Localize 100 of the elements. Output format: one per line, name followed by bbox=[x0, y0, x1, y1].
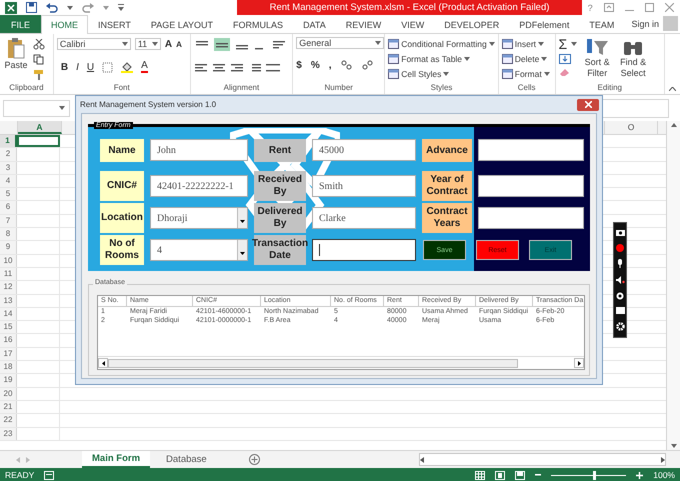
row-header[interactable]: 20 bbox=[0, 388, 17, 400]
font-name-dropdown[interactable]: Calibri bbox=[56, 38, 131, 50]
text-field[interactable]: Smith bbox=[312, 175, 416, 197]
customize-icon[interactable] bbox=[118, 4, 124, 11]
autosum-button[interactable]: Σ bbox=[558, 37, 568, 51]
ribbon-tab[interactable]: DEVELOPER bbox=[434, 15, 510, 33]
ribbon-command[interactable]: Find & Select bbox=[617, 37, 650, 83]
row-header[interactable]: 19 bbox=[0, 374, 17, 387]
excel-logo-icon[interactable] bbox=[5, 2, 17, 14]
active-cell[interactable] bbox=[17, 135, 60, 148]
number-format-button[interactable]: , bbox=[328, 60, 332, 70]
text-field[interactable]: 45000 bbox=[312, 139, 416, 161]
scissors-icon[interactable] bbox=[33, 39, 45, 50]
row-header[interactable]: 8 bbox=[0, 228, 17, 240]
collapse-ribbon-icon[interactable] bbox=[669, 87, 676, 91]
column-header[interactable]: O bbox=[604, 121, 658, 134]
dropdown-arrow-icon[interactable] bbox=[240, 220, 245, 223]
row-header[interactable]: 22 bbox=[0, 414, 17, 427]
text-field[interactable]: John bbox=[150, 139, 248, 161]
ribbon-tab[interactable]: PAGE LAYOUT bbox=[140, 15, 224, 33]
help-button[interactable]: ? bbox=[588, 2, 593, 12]
ribbon-tab[interactable]: DATA bbox=[293, 15, 336, 33]
caret-icon[interactable] bbox=[443, 72, 450, 76]
caret-icon[interactable] bbox=[541, 57, 548, 61]
text-field[interactable] bbox=[478, 139, 584, 161]
wrap-text-icon[interactable] bbox=[272, 38, 286, 50]
normal-view-icon[interactable] bbox=[475, 470, 486, 480]
maximize-icon[interactable] bbox=[645, 3, 654, 12]
sheet-tab[interactable]: Main Form bbox=[82, 451, 150, 468]
row-header[interactable]: 6 bbox=[0, 201, 17, 214]
scroll-right-icon[interactable] bbox=[661, 456, 665, 462]
format-button[interactable]: I bbox=[76, 62, 79, 72]
ribbon-tab[interactable]: PDFelement bbox=[509, 15, 580, 33]
shrink-font-button[interactable]: A bbox=[176, 40, 182, 48]
ribbon-command[interactable]: Cell Styles bbox=[388, 67, 495, 81]
dropdown-field[interactable]: Dhoraji bbox=[150, 207, 248, 229]
scroll-left-icon[interactable] bbox=[420, 456, 424, 462]
caret-icon[interactable] bbox=[464, 57, 470, 61]
number-format-dropdown[interactable]: General bbox=[296, 37, 384, 49]
ribbon-command[interactable]: Delete bbox=[502, 52, 550, 66]
row-header[interactable]: 5 bbox=[0, 188, 17, 200]
text-field[interactable] bbox=[478, 207, 584, 229]
ribbon-tab[interactable]: VIEW bbox=[391, 15, 434, 33]
align-center-icon[interactable] bbox=[212, 62, 226, 72]
align-left-icon[interactable] bbox=[194, 62, 208, 72]
close-icon[interactable] bbox=[665, 3, 674, 12]
font-color-button[interactable]: A bbox=[141, 61, 148, 73]
camera-icon[interactable] bbox=[616, 228, 624, 236]
row-header[interactable]: 1 bbox=[0, 135, 17, 148]
border-icon[interactable] bbox=[102, 62, 114, 72]
zoom-thumb[interactable] bbox=[592, 470, 596, 480]
row-header[interactable]: 18 bbox=[0, 361, 17, 374]
close-button[interactable] bbox=[577, 98, 599, 110]
dropdown-field[interactable]: 4 bbox=[150, 239, 248, 261]
sheet-tab[interactable]: Database bbox=[156, 451, 217, 468]
caret-icon[interactable] bbox=[488, 42, 495, 46]
copy-icon[interactable] bbox=[33, 54, 45, 65]
row-header[interactable]: 13 bbox=[0, 294, 17, 307]
row-header[interactable]: 4 bbox=[0, 174, 17, 188]
scroll-up-icon[interactable] bbox=[670, 123, 676, 127]
paste-button[interactable]: Paste bbox=[3, 37, 29, 83]
brush-icon[interactable] bbox=[33, 69, 45, 80]
row-header[interactable]: 21 bbox=[0, 400, 17, 414]
row-header[interactable]: 7 bbox=[0, 214, 17, 228]
caret-icon[interactable] bbox=[67, 6, 73, 10]
row-header[interactable]: 16 bbox=[0, 334, 17, 347]
screen-icon[interactable] bbox=[616, 307, 624, 314]
scrollbar-thumb[interactable] bbox=[108, 358, 518, 368]
dropdown-arrow-icon[interactable] bbox=[240, 252, 245, 255]
row-header[interactable]: 10 bbox=[0, 254, 17, 267]
record-icon[interactable] bbox=[616, 244, 624, 252]
webcam-icon[interactable] bbox=[616, 292, 624, 300]
format-button[interactable]: B bbox=[60, 62, 68, 72]
row-header[interactable]: 9 bbox=[0, 241, 17, 254]
row-header[interactable]: 17 bbox=[0, 348, 17, 360]
ribbon-command[interactable]: Conditional Formatting bbox=[388, 37, 495, 51]
caret-icon[interactable] bbox=[103, 6, 109, 10]
row-header[interactable]: 23 bbox=[0, 428, 17, 440]
save-icon[interactable] bbox=[26, 2, 37, 13]
caret-icon[interactable] bbox=[544, 72, 550, 76]
scroll-left-icon[interactable] bbox=[102, 360, 104, 366]
decrease-decimal-icon[interactable] bbox=[362, 60, 374, 70]
caret-icon[interactable] bbox=[59, 106, 65, 110]
text-field[interactable] bbox=[312, 239, 416, 261]
row-header[interactable]: 3 bbox=[0, 162, 17, 174]
row-header[interactable]: 15 bbox=[0, 321, 17, 334]
number-format-button[interactable]: $ bbox=[296, 60, 302, 70]
increase-decimal-icon[interactable] bbox=[340, 60, 352, 70]
speaker-icon[interactable] bbox=[616, 276, 624, 284]
ribbon-tab[interactable]: INSERT bbox=[88, 15, 141, 33]
merge-icon[interactable] bbox=[266, 62, 280, 72]
page-layout-icon[interactable] bbox=[495, 470, 506, 480]
font-size-dropdown[interactable]: 11 bbox=[134, 38, 161, 50]
text-field[interactable]: 42401-22222222-1 bbox=[150, 175, 248, 197]
row-header[interactable]: 2 bbox=[0, 148, 17, 161]
fill-color-icon[interactable] bbox=[121, 61, 134, 73]
zoom-in-icon[interactable] bbox=[636, 472, 644, 478]
align-right-icon[interactable] bbox=[230, 62, 244, 72]
sign-in-link[interactable]: Sign in bbox=[631, 15, 663, 33]
ribbon-tab[interactable]: TEAM bbox=[579, 15, 624, 33]
